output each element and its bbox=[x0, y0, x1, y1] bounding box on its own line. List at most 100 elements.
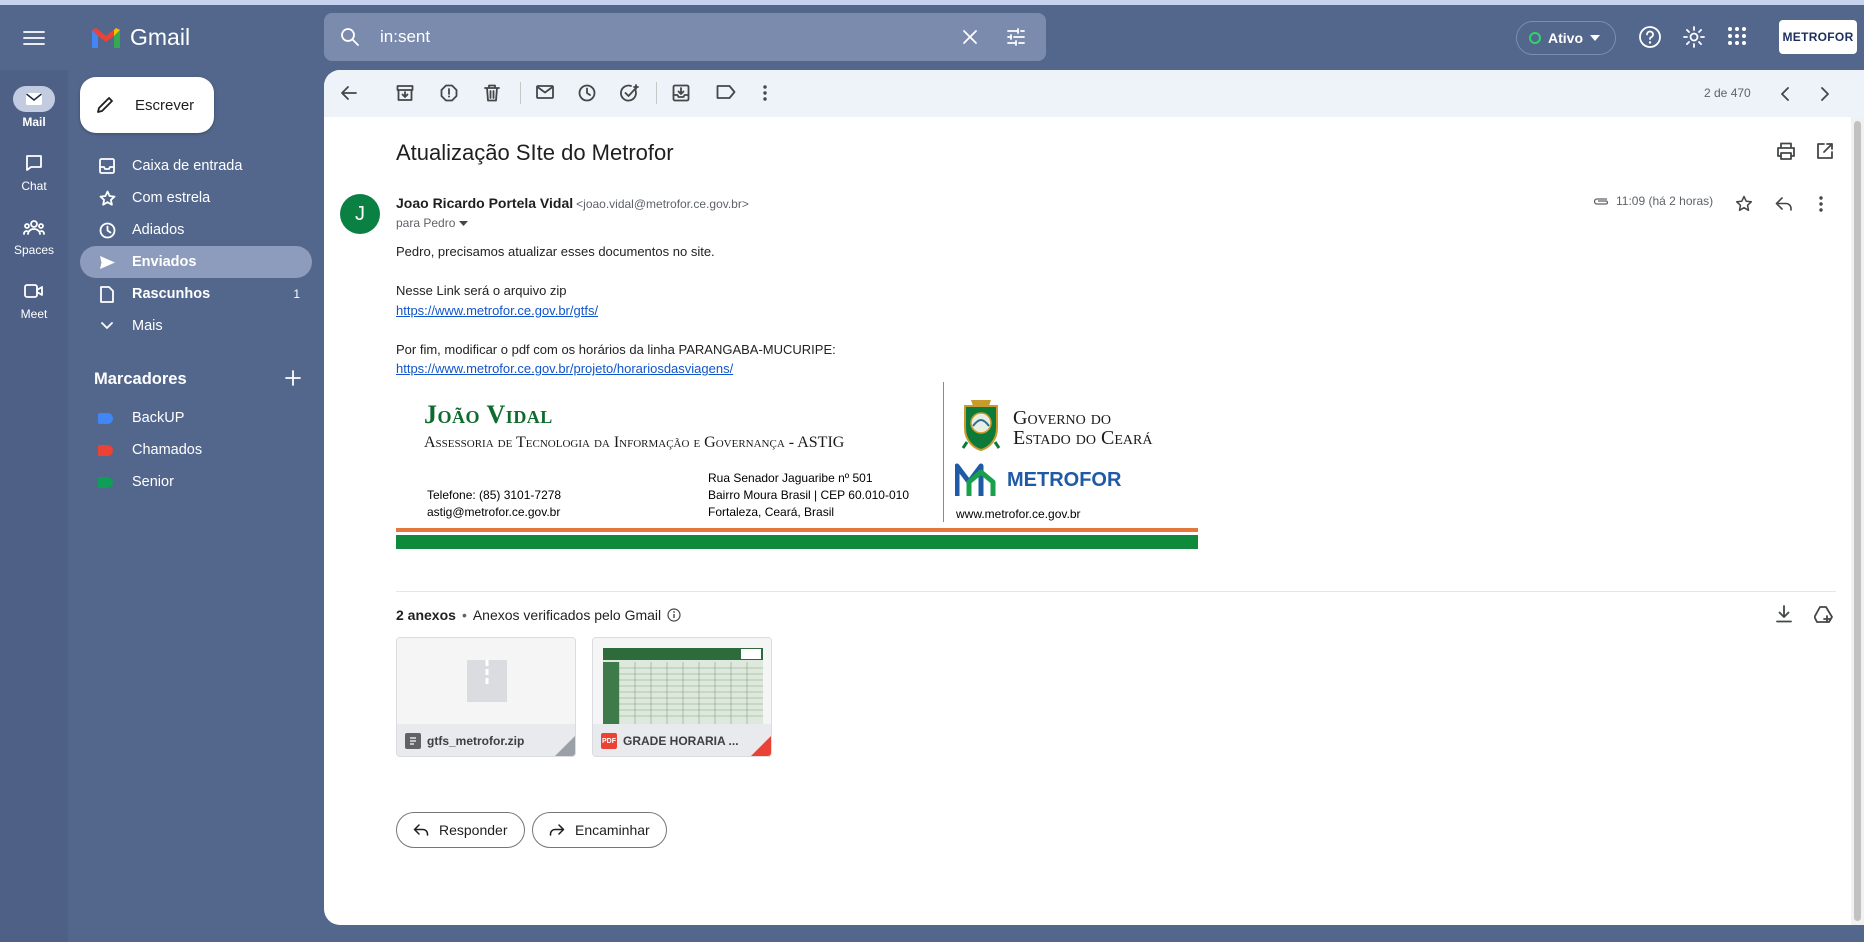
search-options-icon[interactable] bbox=[1006, 27, 1026, 47]
video-icon bbox=[24, 284, 43, 298]
attachment-corner bbox=[555, 736, 575, 756]
zip-file-icon bbox=[467, 660, 507, 702]
recipient-line[interactable]: para Pedro bbox=[396, 216, 469, 230]
message-meta: 11:09 (há 2 horas) bbox=[1592, 194, 1713, 208]
report-spam-icon[interactable] bbox=[440, 84, 458, 102]
spaces-icon bbox=[23, 220, 45, 235]
attachment-zip[interactable]: gtfs_metrofor.zip bbox=[396, 637, 576, 757]
snooze-icon[interactable] bbox=[578, 84, 596, 102]
draft-icon bbox=[100, 285, 114, 303]
clock-icon bbox=[99, 222, 115, 238]
sender-line: Joao Ricardo Portela Vidal <joao.vidal@me… bbox=[396, 195, 749, 211]
download-all-icon[interactable] bbox=[1776, 605, 1792, 623]
caret-down-icon bbox=[459, 220, 469, 226]
label-name: BackUP bbox=[132, 410, 185, 426]
labels-list: BackUP Chamados Senior bbox=[80, 402, 312, 498]
apps-button[interactable] bbox=[1726, 25, 1748, 47]
clear-search-icon[interactable] bbox=[960, 27, 980, 47]
reply-icon bbox=[413, 824, 429, 836]
reply-button[interactable]: Responder bbox=[396, 812, 525, 848]
main-menu-button[interactable] bbox=[18, 24, 50, 52]
label-item-chamados[interactable]: Chamados bbox=[80, 434, 312, 466]
sidebar-item-starred[interactable]: Com estrela bbox=[80, 182, 312, 214]
metrofor-logo: METROFOR bbox=[955, 462, 1121, 498]
help-button[interactable] bbox=[1638, 25, 1662, 49]
account-badge[interactable]: METROFOR bbox=[1779, 20, 1857, 54]
sidebar-item-more[interactable]: Mais bbox=[80, 310, 312, 342]
rail-item-meet[interactable]: Meet bbox=[0, 278, 68, 342]
signature-phone: Telefone: (85) 3101-7278 bbox=[427, 488, 562, 502]
send-icon bbox=[99, 255, 115, 269]
label-name: Senior bbox=[132, 474, 174, 490]
move-to-icon[interactable] bbox=[672, 84, 690, 102]
label-icon[interactable] bbox=[716, 84, 736, 100]
gov-line: Governo do bbox=[1013, 407, 1111, 429]
reply-icon[interactable] bbox=[1775, 197, 1793, 211]
print-icon[interactable] bbox=[1776, 142, 1796, 160]
archive-icon[interactable] bbox=[396, 84, 414, 102]
attachment-footer: gtfs_metrofor.zip bbox=[397, 724, 575, 756]
info-icon[interactable] bbox=[667, 608, 681, 622]
mark-unread-icon[interactable] bbox=[536, 84, 554, 100]
signature-website: www.metrofor.ce.gov.br bbox=[956, 507, 1081, 521]
chevron-left-icon[interactable] bbox=[1780, 87, 1790, 101]
trash-icon[interactable] bbox=[484, 84, 500, 102]
caret-down-icon bbox=[1590, 35, 1600, 41]
forward-button[interactable]: Encaminhar bbox=[532, 812, 667, 848]
add-task-icon[interactable] bbox=[620, 84, 640, 102]
hamburger-icon bbox=[23, 31, 45, 45]
attachment-pdf[interactable]: PDF GRADE HORARIA ... bbox=[592, 637, 772, 757]
sender-email: <joao.vidal@metrofor.ce.gov.br> bbox=[576, 197, 749, 211]
label-tag-icon bbox=[98, 412, 113, 424]
sender-name[interactable]: Joao Ricardo Portela Vidal bbox=[396, 195, 573, 211]
label-tag-icon bbox=[98, 444, 113, 456]
status-dot bbox=[1529, 32, 1541, 44]
sidebar-item-snoozed[interactable]: Adiados bbox=[80, 214, 312, 246]
email-body: Pedro, precisamos atualizar esses docume… bbox=[396, 242, 836, 379]
rail-label: Mail bbox=[22, 115, 46, 129]
status-selector[interactable]: Ativo bbox=[1516, 21, 1616, 55]
scrollbar[interactable] bbox=[1851, 117, 1864, 925]
sidebar-item-drafts[interactable]: Rascunhos 1 bbox=[80, 278, 312, 310]
attachments-verified: Anexos verificados pelo Gmail bbox=[472, 607, 662, 623]
more-vertical-icon[interactable] bbox=[762, 84, 768, 102]
attachment-footer: PDF GRADE HORARIA ... bbox=[593, 724, 771, 756]
reply-label: Responder bbox=[439, 822, 508, 838]
attachment-thumbnail bbox=[397, 638, 575, 724]
attachments-header: 2 anexos • Anexos verificados pelo Gmail bbox=[396, 607, 681, 623]
plus-icon bbox=[285, 370, 301, 386]
search-bar[interactable]: in:sent bbox=[324, 13, 1046, 61]
sidebar-item-sent[interactable]: Enviados bbox=[80, 246, 312, 278]
rail-item-mail[interactable]: Mail bbox=[0, 86, 68, 150]
horarios-link[interactable]: https://www.metrofor.ce.gov.br/projeto/h… bbox=[396, 361, 733, 376]
attachments-count: 2 anexos bbox=[396, 607, 456, 623]
sidebar-item-label: Adiados bbox=[132, 222, 185, 238]
back-arrow-icon[interactable] bbox=[340, 85, 358, 101]
status-label: Ativo bbox=[1548, 30, 1583, 46]
search-icon[interactable] bbox=[340, 27, 360, 47]
sidebar-item-inbox[interactable]: Caixa de entrada bbox=[80, 150, 312, 182]
rail-item-spaces[interactable]: Spaces bbox=[0, 214, 68, 278]
add-to-drive-icon[interactable] bbox=[1814, 605, 1834, 623]
more-vertical-icon[interactable] bbox=[1818, 195, 1824, 213]
add-label-button[interactable] bbox=[285, 370, 301, 386]
label-item-backup[interactable]: BackUP bbox=[80, 402, 312, 434]
star-icon[interactable] bbox=[1735, 195, 1753, 213]
label-item-senior[interactable]: Senior bbox=[80, 466, 312, 498]
chevron-right-icon[interactable] bbox=[1820, 87, 1830, 101]
signature-address: Rua Senador Jaguaribe nº 501 Bairro Mour… bbox=[708, 470, 909, 521]
gear-icon bbox=[1683, 26, 1705, 48]
settings-button[interactable] bbox=[1682, 25, 1706, 49]
sidebar-item-label: Enviados bbox=[132, 254, 197, 270]
gtfs-link[interactable]: https://www.metrofor.ce.gov.br/gtfs/ bbox=[396, 303, 598, 318]
scrollbar-thumb[interactable] bbox=[1854, 121, 1861, 921]
signature-department: Assessoria de Tecnologia da Informação e… bbox=[424, 434, 845, 451]
search-input[interactable]: in:sent bbox=[380, 27, 430, 47]
metrofor-logo-icon bbox=[955, 463, 996, 496]
gmail-logo[interactable]: Gmail bbox=[90, 24, 190, 51]
rail-item-chat[interactable]: Chat bbox=[0, 150, 68, 214]
open-new-window-icon[interactable] bbox=[1816, 142, 1834, 160]
pencil-icon bbox=[97, 97, 113, 113]
sender-avatar[interactable]: J bbox=[340, 194, 380, 234]
compose-button[interactable]: Escrever bbox=[80, 77, 214, 133]
